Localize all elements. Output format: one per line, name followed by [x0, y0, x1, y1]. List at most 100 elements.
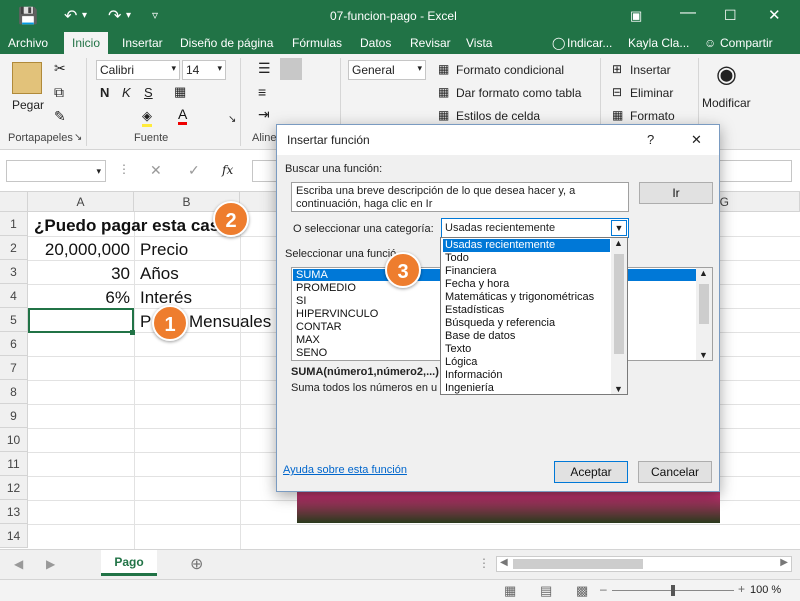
- category-option[interactable]: Texto: [443, 343, 610, 356]
- scroll-thumb[interactable]: [614, 254, 624, 354]
- cell-styles-button[interactable]: Estilos de celda: [456, 109, 540, 123]
- select-all-corner[interactable]: [0, 192, 28, 212]
- category-list-scrollbar[interactable]: ▲ ▼: [611, 238, 627, 394]
- italic-button[interactable]: K: [122, 85, 131, 100]
- cell-a2[interactable]: 20,000,000: [34, 240, 130, 260]
- function-item[interactable]: SENO: [296, 347, 327, 359]
- save-icon[interactable]: 💾: [18, 6, 38, 26]
- cell-a4[interactable]: 6%: [34, 288, 130, 308]
- paste-icon[interactable]: [12, 62, 42, 94]
- cell-b2[interactable]: Precio: [140, 240, 188, 260]
- format-cells-button[interactable]: Formato: [630, 109, 675, 123]
- function-item[interactable]: PROMEDIO: [296, 282, 356, 294]
- category-option[interactable]: Ingeniería: [443, 382, 610, 395]
- zoom-out-icon[interactable]: –: [600, 582, 607, 596]
- cond-format-button[interactable]: Formato condicional: [456, 63, 564, 77]
- cell-b5-start[interactable]: P: [140, 312, 151, 332]
- function-item[interactable]: MAX: [296, 334, 320, 346]
- zoom-level[interactable]: 100 %: [750, 584, 781, 596]
- zoom-slider-thumb[interactable]: [671, 585, 675, 596]
- scroll-right-icon[interactable]: ▶: [780, 557, 788, 568]
- search-input[interactable]: Escriba una breve descripción de lo que …: [291, 182, 629, 212]
- scroll-down-icon[interactable]: ▼: [614, 384, 623, 394]
- tab-datos[interactable]: Datos: [360, 36, 391, 50]
- close-dialog-button[interactable]: ✕: [691, 132, 702, 148]
- category-option[interactable]: Fecha y hora: [443, 278, 610, 291]
- tab-inicio[interactable]: Inicio: [64, 32, 109, 54]
- function-item[interactable]: HIPERVINCULO: [296, 308, 378, 320]
- scroll-thumb[interactable]: [699, 284, 709, 324]
- tab-formulas[interactable]: Fórmulas: [292, 36, 342, 50]
- scroll-left-icon[interactable]: ◀: [500, 557, 508, 568]
- table-format-button[interactable]: Dar formato como tabla: [456, 86, 581, 100]
- clipboard-launcher-icon[interactable]: ↘: [74, 132, 82, 143]
- fill-color-icon[interactable]: ◈: [142, 108, 152, 127]
- name-box[interactable]: ▾: [6, 160, 106, 182]
- borders-icon[interactable]: ▦: [174, 84, 186, 100]
- redo-icon[interactable]: ↷: [108, 6, 121, 26]
- cell-a3[interactable]: 30: [34, 264, 130, 284]
- add-sheet-icon[interactable]: ⊕: [190, 554, 203, 574]
- prev-sheet-icon[interactable]: ◀: [14, 557, 23, 571]
- cut-icon[interactable]: ✂: [54, 60, 66, 77]
- share-button[interactable]: Compartir: [720, 36, 773, 50]
- font-size-select[interactable]: 14 ▾: [182, 60, 226, 80]
- align-top-icon[interactable]: ☰: [258, 60, 271, 77]
- undo-icon[interactable]: ↶: [64, 6, 77, 26]
- tab-archivo[interactable]: Archivo: [8, 36, 48, 50]
- sheet-tab-pago[interactable]: Pago: [101, 550, 157, 576]
- copy-icon[interactable]: ⧉: [54, 84, 64, 101]
- font-name-select[interactable]: Calibri ▾: [96, 60, 180, 80]
- zoom-in-icon[interactable]: +: [738, 582, 745, 596]
- row-header[interactable]: 8: [0, 380, 28, 404]
- row-header[interactable]: 12: [0, 476, 28, 500]
- row-header[interactable]: 2: [0, 236, 28, 260]
- customize-qat-icon[interactable]: ▿: [152, 8, 158, 22]
- category-option[interactable]: Búsqueda y referencia: [443, 317, 610, 330]
- bold-button[interactable]: N: [100, 85, 109, 100]
- page-layout-icon[interactable]: ▤: [540, 583, 552, 599]
- normal-view-icon[interactable]: ▦: [504, 583, 516, 599]
- function-item[interactable]: SUMA: [296, 269, 328, 281]
- row-header[interactable]: 9: [0, 404, 28, 428]
- category-option[interactable]: Estadísticas: [443, 304, 610, 317]
- align-middle-icon[interactable]: [280, 58, 302, 80]
- ok-button[interactable]: Aceptar: [554, 461, 628, 483]
- scroll-up-icon[interactable]: ▲: [614, 238, 623, 248]
- category-select[interactable]: Usadas recientemente ▼: [441, 218, 629, 238]
- row-header[interactable]: 13: [0, 500, 28, 524]
- cell-b3[interactable]: Años: [140, 264, 179, 284]
- confirm-entry-icon[interactable]: ✓: [188, 162, 200, 179]
- maximize-icon[interactable]: ☐: [724, 7, 737, 24]
- go-button[interactable]: Ir: [639, 182, 713, 204]
- delete-cells-button[interactable]: Eliminar: [630, 86, 673, 100]
- font-dialog-launcher-icon[interactable]: ↘: [228, 114, 236, 125]
- fill-handle[interactable]: [130, 330, 135, 335]
- row-header[interactable]: 10: [0, 428, 28, 452]
- cancel-button[interactable]: Cancelar: [638, 461, 712, 483]
- minimize-icon[interactable]: —: [680, 4, 696, 22]
- horizontal-scrollbar[interactable]: ◀ ▶: [496, 556, 792, 572]
- category-option[interactable]: Todo: [443, 252, 610, 265]
- cancel-entry-icon[interactable]: ✕: [150, 162, 162, 179]
- category-dropdown-list[interactable]: Usadas recientemente Todo Financiera Fec…: [440, 237, 628, 395]
- tab-insertar[interactable]: Insertar: [122, 36, 163, 50]
- page-break-icon[interactable]: ▩: [576, 583, 588, 599]
- close-window-icon[interactable]: ✕: [768, 6, 781, 24]
- function-item[interactable]: CONTAR: [296, 321, 342, 333]
- row-header[interactable]: 11: [0, 452, 28, 476]
- tab-vista[interactable]: Vista: [466, 36, 492, 50]
- cell-b5-rest[interactable]: Mensuales: [189, 312, 271, 332]
- format-painter-icon[interactable]: ✎: [54, 108, 66, 125]
- row-header[interactable]: 14: [0, 524, 28, 548]
- category-option[interactable]: Matemáticas y trigonométricas: [443, 291, 610, 304]
- function-list-scrollbar[interactable]: ▲ ▼: [696, 268, 712, 360]
- category-option[interactable]: Financiera: [443, 265, 610, 278]
- active-cell-a5[interactable]: [28, 308, 134, 333]
- scroll-down-icon[interactable]: ▼: [699, 350, 708, 360]
- row-header[interactable]: 1: [0, 212, 28, 236]
- category-option[interactable]: Base de datos: [443, 330, 610, 343]
- row-header[interactable]: 3: [0, 260, 28, 284]
- modify-button[interactable]: Modificar: [702, 96, 751, 110]
- row-header[interactable]: 6: [0, 332, 28, 356]
